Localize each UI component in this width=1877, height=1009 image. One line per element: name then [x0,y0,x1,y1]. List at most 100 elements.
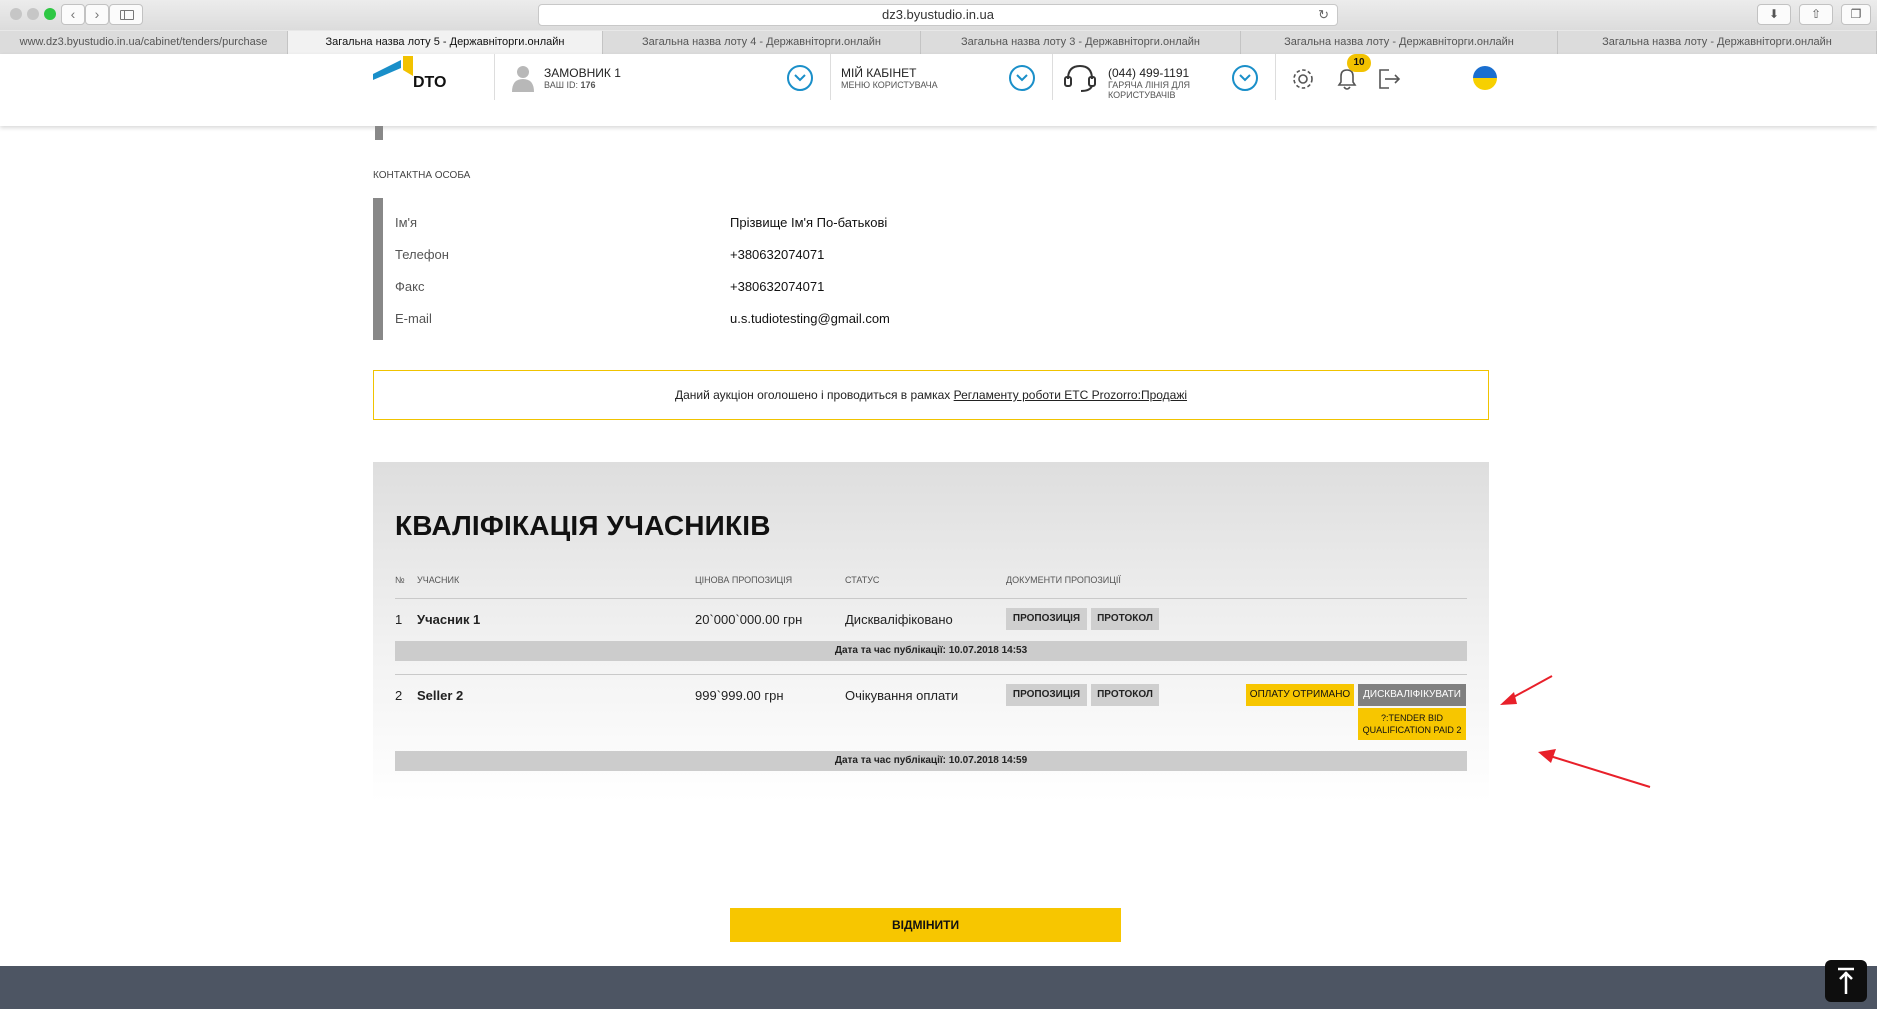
contact-value: u.s.tudiotesting@gmail.com [730,311,890,326]
chevron-left-icon: ‹ [70,6,76,22]
tab-label: Загальна назва лоту - Державніторги.онла… [1284,36,1514,48]
user-dropdown-button[interactable] [787,65,813,91]
logout-icon[interactable] [1376,66,1402,92]
contact-value: +380632074071 [730,247,825,262]
contact-row-email: E-mail u.s.tudiotesting@gmail.com [395,311,1295,331]
notifications-badge: 10 [1347,54,1371,72]
tab-purchase[interactable]: www.dz3.byustudio.in.ua/cabinet/tenders/… [0,31,288,54]
annotation-arrow-icon [1538,749,1651,788]
browser-toolbar: ‹ › dz3.byustudio.in.ua ↻ ⬇ ⇧ ❐ [0,0,1877,30]
window-minimize-button[interactable] [27,8,39,20]
logo-text[interactable]: DTO [413,74,446,92]
table-divider [395,674,1467,675]
address-bar[interactable]: dz3.byustudio.in.ua ↻ [538,4,1338,26]
contact-row-phone: Телефон +380632074071 [395,247,1295,267]
user-id: ВАШ ID: 176 [544,80,596,90]
payment-received-button[interactable]: ОПЛАТУ ОТРИМАНО [1246,684,1354,706]
row-num: 1 [395,612,403,627]
tag-line-2: QUALIFICATION PAID 2 [1362,725,1462,735]
chevron-right-icon: › [94,6,100,22]
window-close-button[interactable] [10,8,22,20]
contact-key: Факс [395,279,425,294]
back-button[interactable]: ‹ [61,4,85,25]
row-participant: Seller 2 [417,688,464,703]
header-docs: ДОКУМЕНТИ ПРОПОЗИЦІЇ [1006,575,1121,585]
tag-line-1: ?:TENDER BID [1380,713,1443,723]
contact-key: Ім'я [395,215,418,230]
downloads-button[interactable]: ⬇ [1757,4,1791,25]
tabs-icon: ❐ [1850,7,1862,21]
tabs-overview-button[interactable]: ❐ [1841,4,1871,25]
footer [0,966,1877,1009]
row-price: 999`999.00 грн [695,688,784,703]
headset-icon [1064,64,1096,92]
hotline-dropdown-button[interactable] [1232,65,1258,91]
share-button[interactable]: ⇧ [1799,4,1833,25]
download-icon: ⬇ [1768,7,1780,21]
hotline-subtitle: ГАРЯЧА ЛІНІЯ ДЛЯ КОРИСТУВАЧІВ [1108,80,1190,100]
tab-lot-5[interactable]: Загальна назва лоту 5 - Державніторги.он… [288,31,603,54]
tab-bar: www.dz3.byustudio.in.ua/cabinet/tenders/… [0,31,1877,54]
auction-notice: Даний аукціон оголошено і проводиться в … [373,370,1489,420]
chevron-down-icon [1239,74,1251,82]
arrow-up-icon [1838,967,1854,994]
header-divider [830,54,831,100]
sidebar-icon [120,10,134,20]
logo-mark[interactable] [373,56,413,80]
tab-label: www.dz3.byustudio.in.ua/cabinet/tenders/… [19,36,268,48]
row-status: Дискваліфіковано [845,612,953,627]
gear-icon[interactable] [1290,66,1316,92]
regulations-link[interactable]: Регламенту роботи ЕТС Prozorro:Продажі [954,388,1187,402]
qualification-section: КВАЛІФІКАЦІЯ УЧАСНИКІВ № УЧАСНИК ЦІНОВА … [373,462,1489,802]
site-header: DTO ЗАМОВНИК 1 ВАШ ID: 176 МІЙ КАБІНЕТ М… [0,54,1877,126]
cabinet-dropdown-button[interactable] [1009,65,1035,91]
row-status: Очікування оплати [845,688,959,703]
header-divider [494,54,495,100]
header-participant: УЧАСНИК [417,575,460,585]
tab-label: Загальна назва лоту 4 - Державніторги.он… [642,36,881,48]
tab-lot-4[interactable]: Загальна назва лоту 4 - Державніторги.он… [603,31,921,54]
cabinet-title[interactable]: МІЙ КАБІНЕТ [841,66,917,80]
tab-lot[interactable]: Загальна назва лоту - Державніторги.онла… [1241,31,1558,54]
row-price: 20`000`000.00 грн [695,612,803,627]
forward-button[interactable]: › [85,4,109,25]
header-num: № [395,575,405,585]
qualification-paid-tag: ?:TENDER BID QUALIFICATION PAID 2 [1358,708,1466,740]
proposal-button[interactable]: ПРОПОЗИЦІЯ [1006,608,1087,630]
header-divider [1052,54,1053,100]
contact-key: E-mail [395,311,432,326]
contact-row-name: Ім'я Прізвище Ім'я По-батькові [395,215,1295,235]
publication-date: Дата та час публікації: 10.07.2018 14:59 [395,751,1467,771]
reload-icon[interactable]: ↻ [1318,5,1329,25]
window-maximize-button[interactable] [44,8,56,20]
proposal-button[interactable]: ПРОПОЗИЦІЯ [1006,684,1087,706]
sidebar-toggle-button[interactable] [109,4,143,25]
user-name: ЗАМОВНИК 1 [544,66,621,80]
tab-label: Загальна назва лоту 5 - Державніторги.он… [325,36,565,48]
annotation-arrow-icon [1500,675,1553,705]
user-avatar-icon [512,66,534,92]
hotline-phone[interactable]: (044) 499-1191 [1108,66,1189,80]
contact-value: +380632074071 [730,279,825,294]
ukraine-flag-icon[interactable] [1473,66,1497,90]
chevron-down-icon [794,74,806,82]
disqualify-button[interactable]: ДИСКВАЛІФІКУВАТИ [1358,684,1466,706]
header-price: ЦІНОВА ПРОПОЗИЦІЯ [695,575,793,585]
protocol-button[interactable]: ПРОТОКОЛ [1091,684,1159,706]
contact-key: Телефон [395,247,449,262]
tab-label: Загальна назва лоту 3 - Державніторги.он… [961,36,1200,48]
header-divider [1275,54,1276,100]
tab-label: Загальна назва лоту - Державніторги.онла… [1602,36,1832,48]
tab-lot-3[interactable]: Загальна назва лоту 3 - Державніторги.он… [921,31,1241,54]
qualification-title: КВАЛІФІКАЦІЯ УЧАСНИКІВ [395,510,771,541]
notice-text: Даний аукціон оголошено і проводиться в … [674,388,954,402]
tab-lot-2[interactable]: Загальна назва лоту - Державніторги.онла… [1558,31,1877,54]
scroll-to-top-button[interactable] [1825,960,1867,1002]
contact-value: Прізвище Ім'я По-батькові [730,215,888,230]
cancel-button[interactable]: ВІДМІНИТИ [730,908,1121,942]
contact-section-label: КОНТАКТНА ОСОБА [373,170,471,181]
browser-chrome: ‹ › dz3.byustudio.in.ua ↻ ⬇ ⇧ ❐ www.dz3.… [0,0,1877,54]
row-num: 2 [395,688,403,703]
row-participant: Учасник 1 [417,612,481,627]
protocol-button[interactable]: ПРОТОКОЛ [1091,608,1159,630]
